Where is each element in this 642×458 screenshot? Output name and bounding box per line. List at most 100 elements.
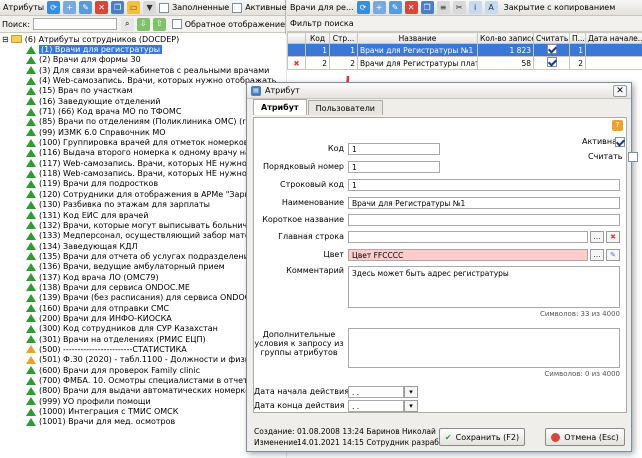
- reverse-checkbox[interactable]: [171, 19, 182, 29]
- header-str[interactable]: Стр...: [329, 32, 358, 44]
- tree-item[interactable]: (3) Для связи врачей-кабинетов с реальны…: [0, 65, 286, 75]
- delete-icon[interactable]: ✕: [95, 1, 109, 14]
- tree-item[interactable]: (133) Медперсонал, осуществляющий забор …: [0, 231, 286, 241]
- tree-item[interactable]: (999) УО профили помощи: [0, 396, 286, 406]
- tree-item[interactable]: (1) Врачи для регистратуры: [0, 44, 286, 55]
- consider-checkbox[interactable]: [627, 152, 638, 162]
- edit-icon[interactable]: ✎: [79, 1, 93, 14]
- tree-item[interactable]: (160) Врачи для отправки СМС: [0, 303, 286, 313]
- tree-item[interactable]: (800) Врачи для выдачи автоматических но…: [0, 386, 286, 396]
- tree-item[interactable]: (500) ------------------------СТАТИСТИКА: [0, 344, 286, 354]
- code-input[interactable]: 1: [348, 143, 440, 155]
- tree-item[interactable]: (99) ИЗМК 6.0 Справочник МО: [0, 127, 286, 137]
- tree-item[interactable]: (136) Врачи, ведущие амбулаторный прием: [0, 262, 286, 272]
- lines-icon[interactable]: ≡: [436, 1, 450, 14]
- filled-checkbox[interactable]: [159, 2, 170, 13]
- add-icon[interactable]: +: [63, 1, 77, 14]
- color-input[interactable]: Цвет FFCCCC: [348, 249, 588, 261]
- copy-icon[interactable]: ❐: [420, 1, 434, 14]
- save-button[interactable]: ✔ Сохранить (F2): [439, 428, 525, 446]
- cancel-button[interactable]: Отмена (Esc): [545, 428, 625, 446]
- pencil-icon[interactable]: ✎: [606, 249, 620, 261]
- delete-icon[interactable]: ✕: [404, 1, 418, 14]
- chevron-down-icon[interactable]: ▾: [404, 386, 418, 398]
- font-icon[interactable]: A: [484, 1, 498, 14]
- help-icon[interactable]: ?: [612, 120, 623, 131]
- tab-attribute[interactable]: Атрибут: [253, 99, 307, 115]
- info-icon[interactable]: i: [468, 1, 482, 14]
- strcode-input[interactable]: 1: [348, 179, 620, 191]
- edit-icon[interactable]: ✎: [388, 1, 402, 14]
- header-p[interactable]: П...: [569, 32, 586, 44]
- tree-item[interactable]: (116) Выдача второго номерка к одному вр…: [0, 148, 286, 158]
- tree-item[interactable]: (100) Группировка врачей для отметок ном…: [0, 137, 286, 147]
- extra-textarea[interactable]: [348, 328, 620, 368]
- header-name[interactable]: Название: [357, 32, 478, 44]
- table-row[interactable]: 1 1 Врачи для Регистратуры №1 1 823 1: [287, 43, 642, 57]
- tree-item[interactable]: (600) Врачи для проверок Family clinic: [0, 365, 286, 375]
- tree-item[interactable]: (700) ФМБА. 10. Осмотры специалистами в …: [0, 375, 286, 385]
- comment-textarea[interactable]: Здесь может быть адрес регистратуры: [348, 266, 620, 308]
- tree-item[interactable]: (139) Врачи (без расписания) для сервиса…: [0, 293, 286, 303]
- tree-item[interactable]: (1000) Интеграция с ТМИС ОМСК: [0, 406, 286, 416]
- header-date[interactable]: Дата начале...: [585, 32, 642, 44]
- cell-consider[interactable]: [533, 56, 570, 70]
- header-consider[interactable]: Считать: [533, 32, 570, 44]
- tree-item[interactable]: (137) Код врача ЛО (ОМС79): [0, 272, 286, 282]
- tree-item[interactable]: (1001) Врачи для мед. осмотров: [0, 417, 286, 427]
- refresh-icon[interactable]: ⟳: [356, 1, 370, 14]
- cell-consider[interactable]: [533, 43, 570, 57]
- table-row[interactable]: ✖ 2 2 Врачи для Регистратуры плат... 58 …: [287, 56, 642, 70]
- refresh-icon[interactable]: ⟳: [47, 1, 61, 14]
- tree-item[interactable]: (200) Врачи для ИНФО-КИОСКА: [0, 313, 286, 323]
- tree-item[interactable]: (132) Врачи, которые могут выписывать бо…: [0, 220, 286, 230]
- ellipsis-icon[interactable]: …: [590, 231, 604, 243]
- tree-item[interactable]: (301) Врачи на отделениях (РМИС ЕЦП): [0, 334, 286, 344]
- tree-item[interactable]: (501) Ф.30 (2020) - табл.1100 - Должност…: [0, 355, 286, 365]
- search-icon[interactable]: ⌕: [120, 17, 134, 31]
- tree-root[interactable]: ⊟ (6) Атрибуты сотрудников (DOCDEP): [0, 34, 286, 44]
- tab-users[interactable]: Пользователи: [307, 100, 384, 115]
- tree-item[interactable]: (4) Web-самозапись. Врачи, которых нужно…: [0, 75, 286, 85]
- tree-item[interactable]: (16) Заведующие отделений: [0, 96, 286, 106]
- tree-item[interactable]: (131) Код ЕИС для врачей: [0, 210, 286, 220]
- chevron-down-icon[interactable]: ▾: [404, 400, 418, 412]
- order-input[interactable]: 1: [348, 161, 440, 173]
- tree-item[interactable]: (85) Врачи по отделениям (Поликлиника ОМ…: [0, 117, 286, 127]
- copy-icon[interactable]: ❐: [111, 1, 125, 14]
- active-checkbox[interactable]: [232, 2, 243, 13]
- tree-item[interactable]: (120) Сотрудники для отображения в АРМе …: [0, 189, 286, 199]
- header-count[interactable]: Кол-во записей: [477, 32, 534, 44]
- tree-item[interactable]: (135) Врачи для отчета об услугах подраз…: [0, 251, 286, 261]
- header-code[interactable]: Код: [305, 32, 330, 44]
- tree-item[interactable]: (2) Врачи для формы 30: [0, 55, 286, 65]
- tree-item[interactable]: (118) Web-самозапись. Врачи, которых НЕ …: [0, 168, 286, 178]
- name-input[interactable]: Врачи для Регистратуры №1: [348, 197, 620, 209]
- tree-item[interactable]: (130) Разбивка по этажам для зарплаты: [0, 200, 286, 210]
- filter-icon[interactable]: ▼: [143, 1, 157, 14]
- tree-item[interactable]: (138) Врачи для сервиса ONDOC.ME: [0, 282, 286, 292]
- close-icon[interactable]: ✕: [613, 84, 627, 97]
- end-date-input[interactable]: . .: [348, 400, 404, 412]
- collapse-icon[interactable]: ⊟: [2, 35, 9, 44]
- tree-item[interactable]: (71) (66) Код врача МО по ТФОМС: [0, 106, 286, 116]
- active-checkbox[interactable]: [615, 137, 625, 147]
- add-icon[interactable]: +: [372, 1, 386, 14]
- filter-label[interactable]: Фильтр поиска: [290, 19, 354, 28]
- copy-close-label[interactable]: Закрытие с копированием: [501, 3, 619, 12]
- tree-item[interactable]: (300) Код сотрудников для СУР Казахстан: [0, 324, 286, 334]
- folder-icon[interactable]: ▭: [127, 1, 141, 14]
- scissors-icon[interactable]: ✂: [452, 1, 466, 14]
- ellipsis-icon[interactable]: …: [590, 249, 604, 261]
- main-row-input[interactable]: [348, 231, 588, 243]
- clear-icon[interactable]: ✖: [606, 231, 620, 243]
- arrow-down-icon[interactable]: ⇩: [136, 17, 150, 31]
- start-date-input[interactable]: . .: [348, 386, 404, 398]
- arrow-up-icon[interactable]: ⇧: [152, 17, 166, 31]
- tree-item[interactable]: (117) Web-самозапись. Врачи, которых НЕ …: [0, 158, 286, 168]
- short-input[interactable]: [348, 214, 620, 226]
- tree-item[interactable]: (15) Врач по участкам: [0, 86, 286, 96]
- search-input[interactable]: [33, 18, 117, 30]
- tree-item[interactable]: (134) Заведующая КДЛ: [0, 241, 286, 251]
- tree-item[interactable]: (119) Врачи для подростков: [0, 179, 286, 189]
